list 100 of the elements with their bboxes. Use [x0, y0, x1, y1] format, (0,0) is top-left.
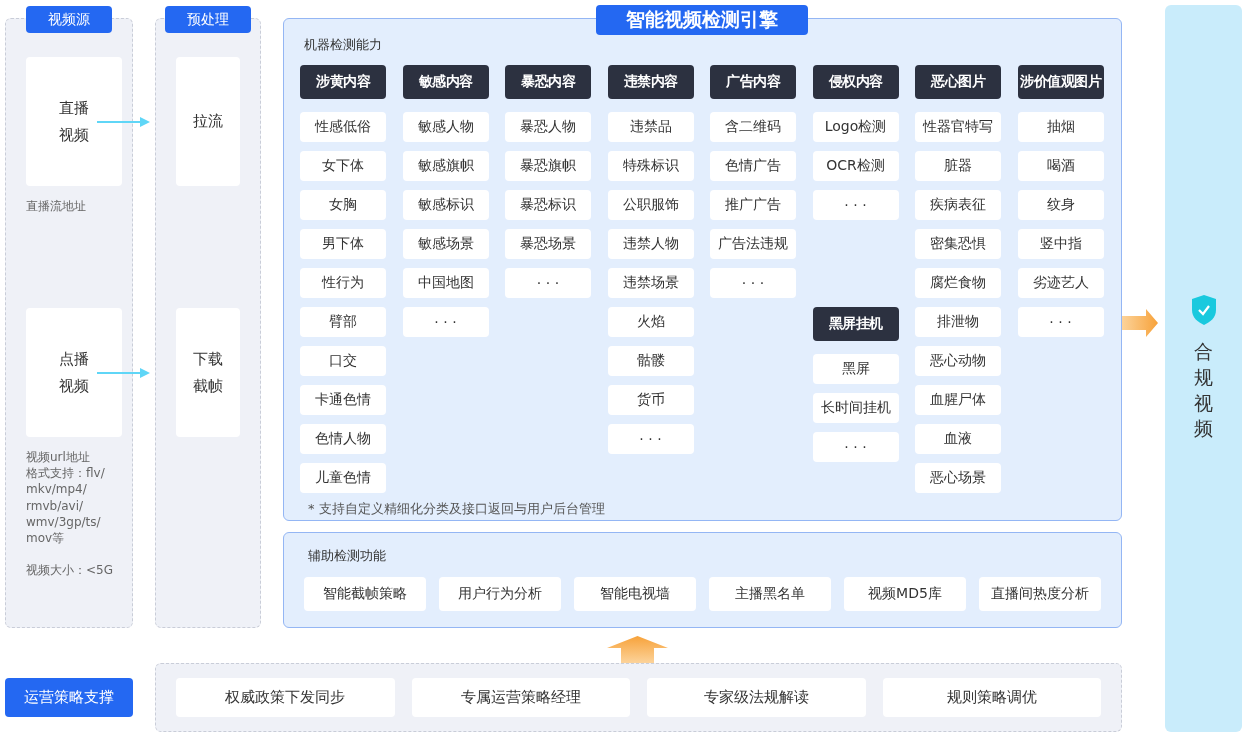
category-chip: 中国地图	[402, 268, 489, 298]
flow-arrow	[97, 367, 150, 379]
source-card: 点播视频	[26, 308, 122, 437]
source-note: mov等	[26, 529, 65, 547]
category-chip: 血腥尸体	[915, 385, 1001, 415]
category-header: 黑屏挂机	[812, 307, 899, 341]
category-chip: 劣迹艺人	[1017, 268, 1104, 298]
output-label: 合规视频	[1194, 339, 1213, 442]
category-chip: · · ·	[710, 268, 796, 298]
category-chip: · · ·	[607, 424, 694, 454]
category-chip: · · ·	[1017, 307, 1104, 337]
source-note: 格式支持：flv/	[26, 465, 105, 482]
category-chip: 暴恐旗帜	[505, 151, 591, 181]
flow-arrow	[607, 636, 668, 663]
source-note: rmvb/avi/	[26, 497, 83, 514]
shield-check-icon	[1191, 295, 1216, 326]
category-chip: 纹身	[1017, 190, 1104, 220]
flow-arrow	[1122, 309, 1158, 337]
section-tag: 视频源	[26, 6, 112, 33]
category-chip: 含二维码	[710, 112, 796, 142]
category-chip: 敏感标识	[402, 190, 489, 220]
category-chip: 违禁场景	[607, 268, 694, 298]
category-chip: 恶心场景	[915, 463, 1001, 493]
category-chip: 脏器	[915, 151, 1001, 181]
category-chip: · · ·	[812, 190, 899, 220]
section-title: 机器检测能力	[304, 36, 382, 54]
category-chip: 性行为	[300, 268, 386, 298]
category-header: 恶心图片	[915, 65, 1001, 99]
category-chip: 儿童色情	[300, 463, 386, 493]
category-chip: 火焰	[607, 307, 694, 337]
category-chip: 黑屏	[812, 354, 899, 384]
category-header: 违禁内容	[607, 65, 694, 99]
category-chip: 违禁品	[607, 112, 694, 142]
category-chip: 密集恐惧	[915, 229, 1001, 259]
category-chip: · · ·	[402, 307, 489, 337]
category-chip: 排泄物	[915, 307, 1001, 337]
footnote: * 支持自定义精细化分类及接口返回与用户后台管理	[308, 500, 605, 518]
source-note: 视频大小：<5G	[26, 562, 113, 579]
category-chip: 性器官特写	[915, 112, 1001, 142]
category-chip: 敏感人物	[402, 112, 489, 142]
category-chip: 公职服饰	[607, 190, 694, 220]
category-chip: 色情人物	[300, 424, 386, 454]
section-title: 辅助检测功能	[308, 547, 386, 565]
category-chip: 臂部	[300, 307, 386, 337]
category-chip: 竖中指	[1017, 229, 1104, 259]
feature-chip: 直播间热度分析	[979, 577, 1101, 611]
engine-title: 智能视频检测引擎	[596, 5, 808, 35]
category-chip: 抽烟	[1017, 112, 1104, 142]
category-chip: 骷髅	[607, 346, 694, 376]
feature-chip: 智能电视墙	[574, 577, 696, 611]
category-chip: 暴恐标识	[505, 190, 591, 220]
operation-chip: 专属运营策略经理	[411, 678, 630, 717]
feature-chip: 用户行为分析	[439, 577, 561, 611]
section-tag: 预处理	[165, 6, 251, 33]
category-chip: 推广广告	[710, 190, 796, 220]
operation-chip: 权威政策下发同步	[176, 678, 395, 717]
category-chip: 卡通色情	[300, 385, 386, 415]
category-header: 敏感内容	[402, 65, 489, 99]
preprocess-card: 拉流	[176, 57, 240, 186]
source-note: mkv/mp4/	[26, 481, 87, 498]
source-note: wmv/3gp/ts/	[26, 513, 101, 530]
category-chip: 违禁人物	[607, 229, 694, 259]
feature-chip: 智能截帧策略	[304, 577, 426, 611]
source-card: 直播视频	[26, 57, 122, 186]
category-chip: · · ·	[505, 268, 591, 298]
category-chip: 女下体	[300, 151, 386, 181]
category-chip: 男下体	[300, 229, 386, 259]
category-chip: 暴恐场景	[505, 229, 591, 259]
flow-arrow	[97, 116, 150, 128]
category-header: 暴恐内容	[505, 65, 591, 99]
category-chip: 长时间挂机	[812, 393, 899, 423]
category-chip: 腐烂食物	[915, 268, 1001, 298]
category-header: 涉黄内容	[300, 65, 386, 99]
operation-chip: 规则策略调优	[882, 678, 1101, 717]
category-chip: 口交	[300, 346, 386, 376]
category-chip: 女胸	[300, 190, 386, 220]
category-chip: 敏感旗帜	[402, 151, 489, 181]
category-header: 广告内容	[710, 65, 796, 99]
category-chip: 暴恐人物	[505, 112, 591, 142]
preprocess-card: 下载截帧	[176, 308, 240, 437]
category-chip: 血液	[915, 424, 1001, 454]
feature-chip: 视频MD5库	[844, 577, 966, 611]
category-chip: 广告法违规	[710, 229, 796, 259]
category-chip: Logo检测	[812, 112, 899, 142]
category-chip: 货币	[607, 385, 694, 415]
category-chip: OCR检测	[812, 151, 899, 181]
category-chip: · · ·	[812, 432, 899, 462]
source-note: 视频url地址	[26, 449, 90, 466]
category-chip: 疾病表征	[915, 190, 1001, 220]
category-chip: 恶心动物	[915, 346, 1001, 376]
feature-chip: 主播黑名单	[709, 577, 831, 611]
category-chip: 喝酒	[1017, 151, 1104, 181]
operation-chip: 专家级法规解读	[647, 678, 866, 717]
category-chip: 性感低俗	[300, 112, 386, 142]
category-chip: 敏感场景	[402, 229, 489, 259]
category-header: 涉价值观图片	[1017, 65, 1104, 99]
category-chip: 特殊标识	[607, 151, 694, 181]
source-note: 直播流地址	[26, 198, 86, 215]
category-header: 侵权内容	[812, 65, 899, 99]
section-tag: 运营策略支撑	[5, 678, 133, 717]
